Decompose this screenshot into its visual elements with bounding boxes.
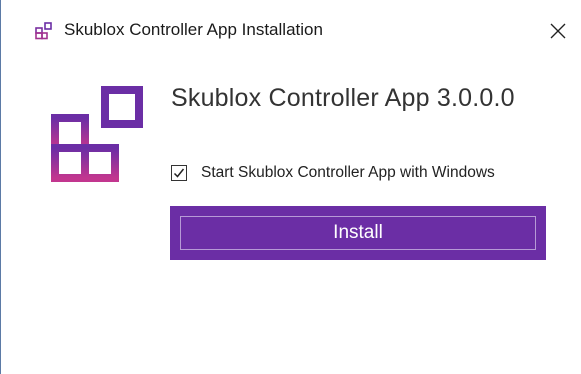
close-icon (550, 23, 566, 39)
start-with-windows-label: Start Skublox Controller App with Window… (201, 164, 495, 181)
skublox-logo-icon (35, 22, 52, 40)
install-button-focus-rect: Install (180, 216, 536, 250)
checkmark-icon (173, 168, 185, 178)
window-title: Skublox Controller App Installation (64, 20, 323, 39)
start-with-windows-option[interactable]: Start Skublox Controller App with Window… (171, 161, 495, 185)
app-name-heading: Skublox Controller App 3.0.0.0 (171, 84, 515, 112)
close-button[interactable] (541, 14, 575, 48)
title-bar[interactable]: Skublox Controller App Installation (1, 0, 581, 62)
installer-window: Skublox Controller App Installation Skub… (0, 0, 581, 374)
skublox-logo (51, 86, 143, 182)
start-with-windows-checkbox[interactable] (171, 165, 187, 181)
install-button-label: Install (333, 222, 383, 243)
install-button[interactable]: Install (170, 206, 546, 260)
